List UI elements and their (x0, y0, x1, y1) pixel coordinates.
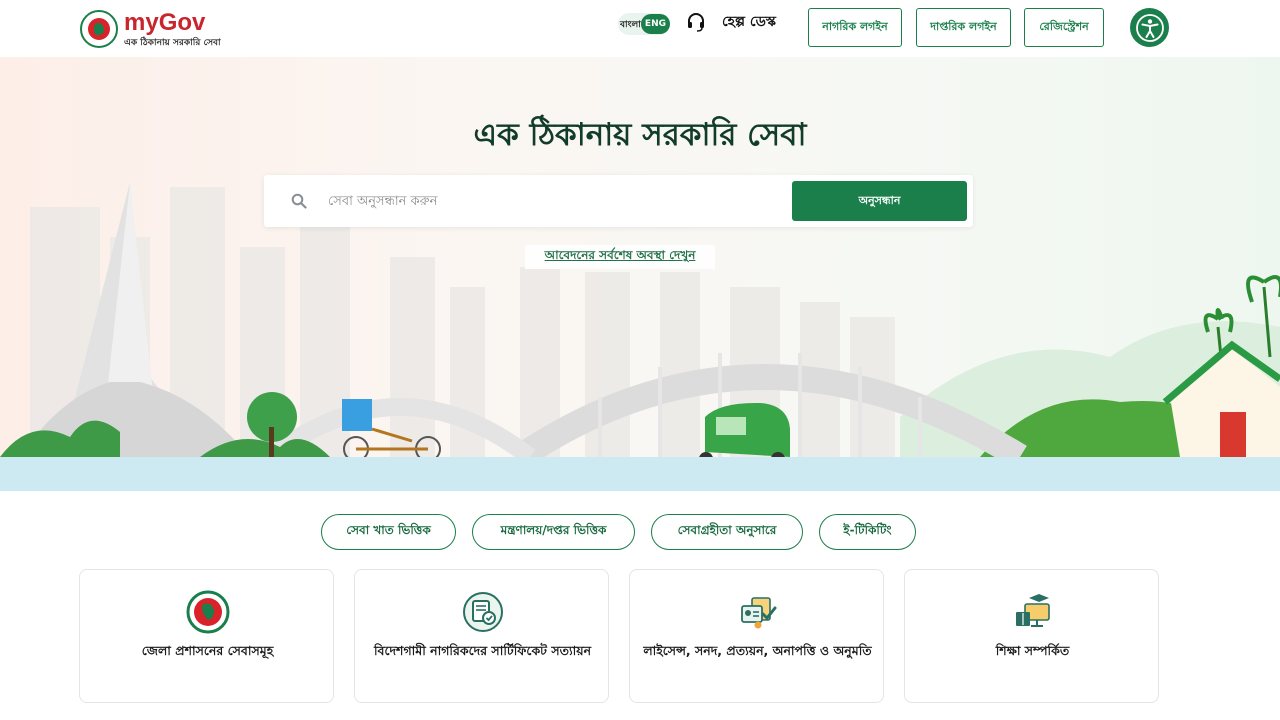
government-seal-icon (186, 590, 230, 634)
certificate-icon (461, 590, 505, 634)
search-input[interactable] (328, 187, 788, 215)
service-card-education[interactable]: শিক্ষা সম্পর্কিত (904, 569, 1159, 703)
education-icon (1011, 590, 1055, 634)
lang-bangla-option[interactable]: বাংলা (618, 17, 641, 32)
tab-service-recipient[interactable]: সেবাগ্রহীতা অনুসারে (651, 514, 803, 550)
citizen-login-button[interactable]: নাগরিক লগইন (808, 8, 902, 47)
service-card-certificate-attestation[interactable]: বিদেশগামী নাগরিকদের সার্টিফিকেট সত্যায়ন (354, 569, 609, 703)
registration-button[interactable]: রেজিস্ট্রেশন (1024, 8, 1104, 47)
card-label: বিদেশগামী নাগরিকদের সার্টিফিকেট সত্যায়ন (373, 643, 592, 658)
logo-tagline: এক ঠিকানায় সরকারি সেবা (124, 37, 221, 48)
application-status-link[interactable]: আবেদনের সর্বশেষ অবস্থা দেখুন (525, 245, 715, 269)
search-button[interactable]: অনুসন্ধান (792, 181, 967, 221)
service-card-district-admin[interactable]: জেলা প্রশাসনের সেবাসমূহ (79, 569, 334, 703)
hero-section: এক ঠিকানায় সরকারি সেবা অনুসন্ধান আবেদনে… (0, 57, 1280, 491)
headset-icon (686, 12, 706, 32)
card-label: জেলা প্রশাসনের সেবাসমূহ (141, 643, 274, 658)
tab-e-ticketing[interactable]: ই-টিকিটিং (819, 514, 916, 550)
license-icon (736, 590, 780, 634)
search-icon (291, 193, 307, 209)
official-login-button[interactable]: দাপ্তরিক লগইন (916, 8, 1011, 47)
lang-english-option[interactable]: ENG (640, 14, 670, 34)
site-header: myGov এক ঠিকানায় সরকারি সেবা বাংলা ENG … (0, 0, 1280, 57)
card-label: লাইসেন্স, সনদ, প্রত্যয়ন, অনাপত্তি ও অনু… (643, 643, 872, 658)
help-desk-link[interactable]: হেল্প ডেস্ক (686, 9, 776, 35)
mygov-logo[interactable]: myGov এক ঠিকানায় সরকারি সেবা (80, 8, 225, 50)
logo-brand: myGov (124, 8, 206, 36)
service-card-license[interactable]: লাইসেন্স, সনদ, প্রত্যয়ন, অনাপত্তি ও অনু… (629, 569, 884, 703)
bangladesh-emblem-icon (80, 10, 118, 48)
tab-service-sector[interactable]: সেবা খাত ভিত্তিক (321, 514, 456, 550)
language-toggle[interactable]: বাংলা ENG (618, 13, 670, 35)
search-bar: অনুসন্ধান (264, 175, 973, 227)
service-filter-tabs: সেবা খাত ভিত্তিক মন্ত্রণালয়/দপ্তর ভিত্ত… (0, 514, 1280, 550)
tab-ministry-office[interactable]: মন্ত্রণালয়/দপ্তর ভিত্তিক (472, 514, 635, 550)
help-desk-label: হেল্প ডেস্ক (722, 14, 776, 30)
page-title: এক ঠিকানায় সরকারি সেবা (473, 117, 807, 153)
accessibility-icon[interactable] (1130, 8, 1169, 47)
card-label: শিক্ষা সম্পর্কিত (995, 643, 1070, 658)
